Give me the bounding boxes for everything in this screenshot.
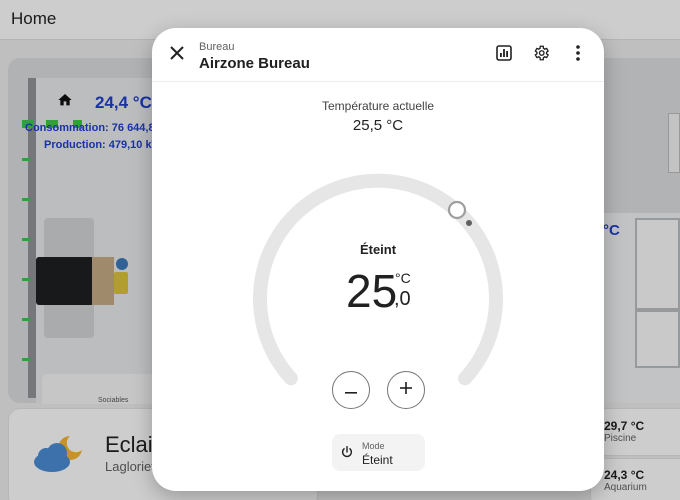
current-temperature-label: Température actuelle bbox=[321, 99, 435, 113]
close-icon bbox=[170, 45, 184, 65]
hvac-state: Éteint bbox=[359, 242, 397, 257]
dialog-area: Bureau bbox=[199, 41, 235, 53]
more-options-button[interactable] bbox=[564, 41, 592, 69]
hvac-mode-select[interactable]: Mode Éteint bbox=[332, 434, 425, 471]
mode-value: Éteint bbox=[362, 453, 393, 467]
power-icon bbox=[340, 445, 354, 464]
target-decimal: ,0 bbox=[394, 288, 411, 310]
dots-vertical-icon bbox=[576, 44, 580, 66]
history-button[interactable] bbox=[490, 41, 518, 69]
target-handle[interactable] bbox=[447, 200, 467, 220]
increase-temperature-button[interactable] bbox=[387, 371, 425, 409]
chart-icon bbox=[496, 44, 512, 66]
more-info-dialog: Bureau Airzone Bureau Température actuel… bbox=[152, 28, 604, 491]
plus-icon bbox=[400, 381, 412, 399]
mode-label: Mode bbox=[362, 441, 385, 451]
close-button[interactable] bbox=[163, 41, 191, 69]
settings-button[interactable] bbox=[527, 41, 555, 69]
minus-icon bbox=[345, 381, 357, 399]
decrease-temperature-button[interactable] bbox=[332, 371, 370, 409]
gear-icon bbox=[532, 44, 550, 67]
target-integer: 25 bbox=[346, 265, 398, 317]
current-temperature-marker bbox=[466, 220, 472, 226]
target-unit: °C bbox=[395, 270, 411, 286]
current-temperature-value: 25,5 °C bbox=[352, 117, 404, 134]
dialog-title: Airzone Bureau bbox=[199, 55, 310, 72]
target-temperature: 25 °C ,0 bbox=[346, 266, 426, 316]
dialog-header: Bureau Airzone Bureau bbox=[152, 28, 604, 82]
